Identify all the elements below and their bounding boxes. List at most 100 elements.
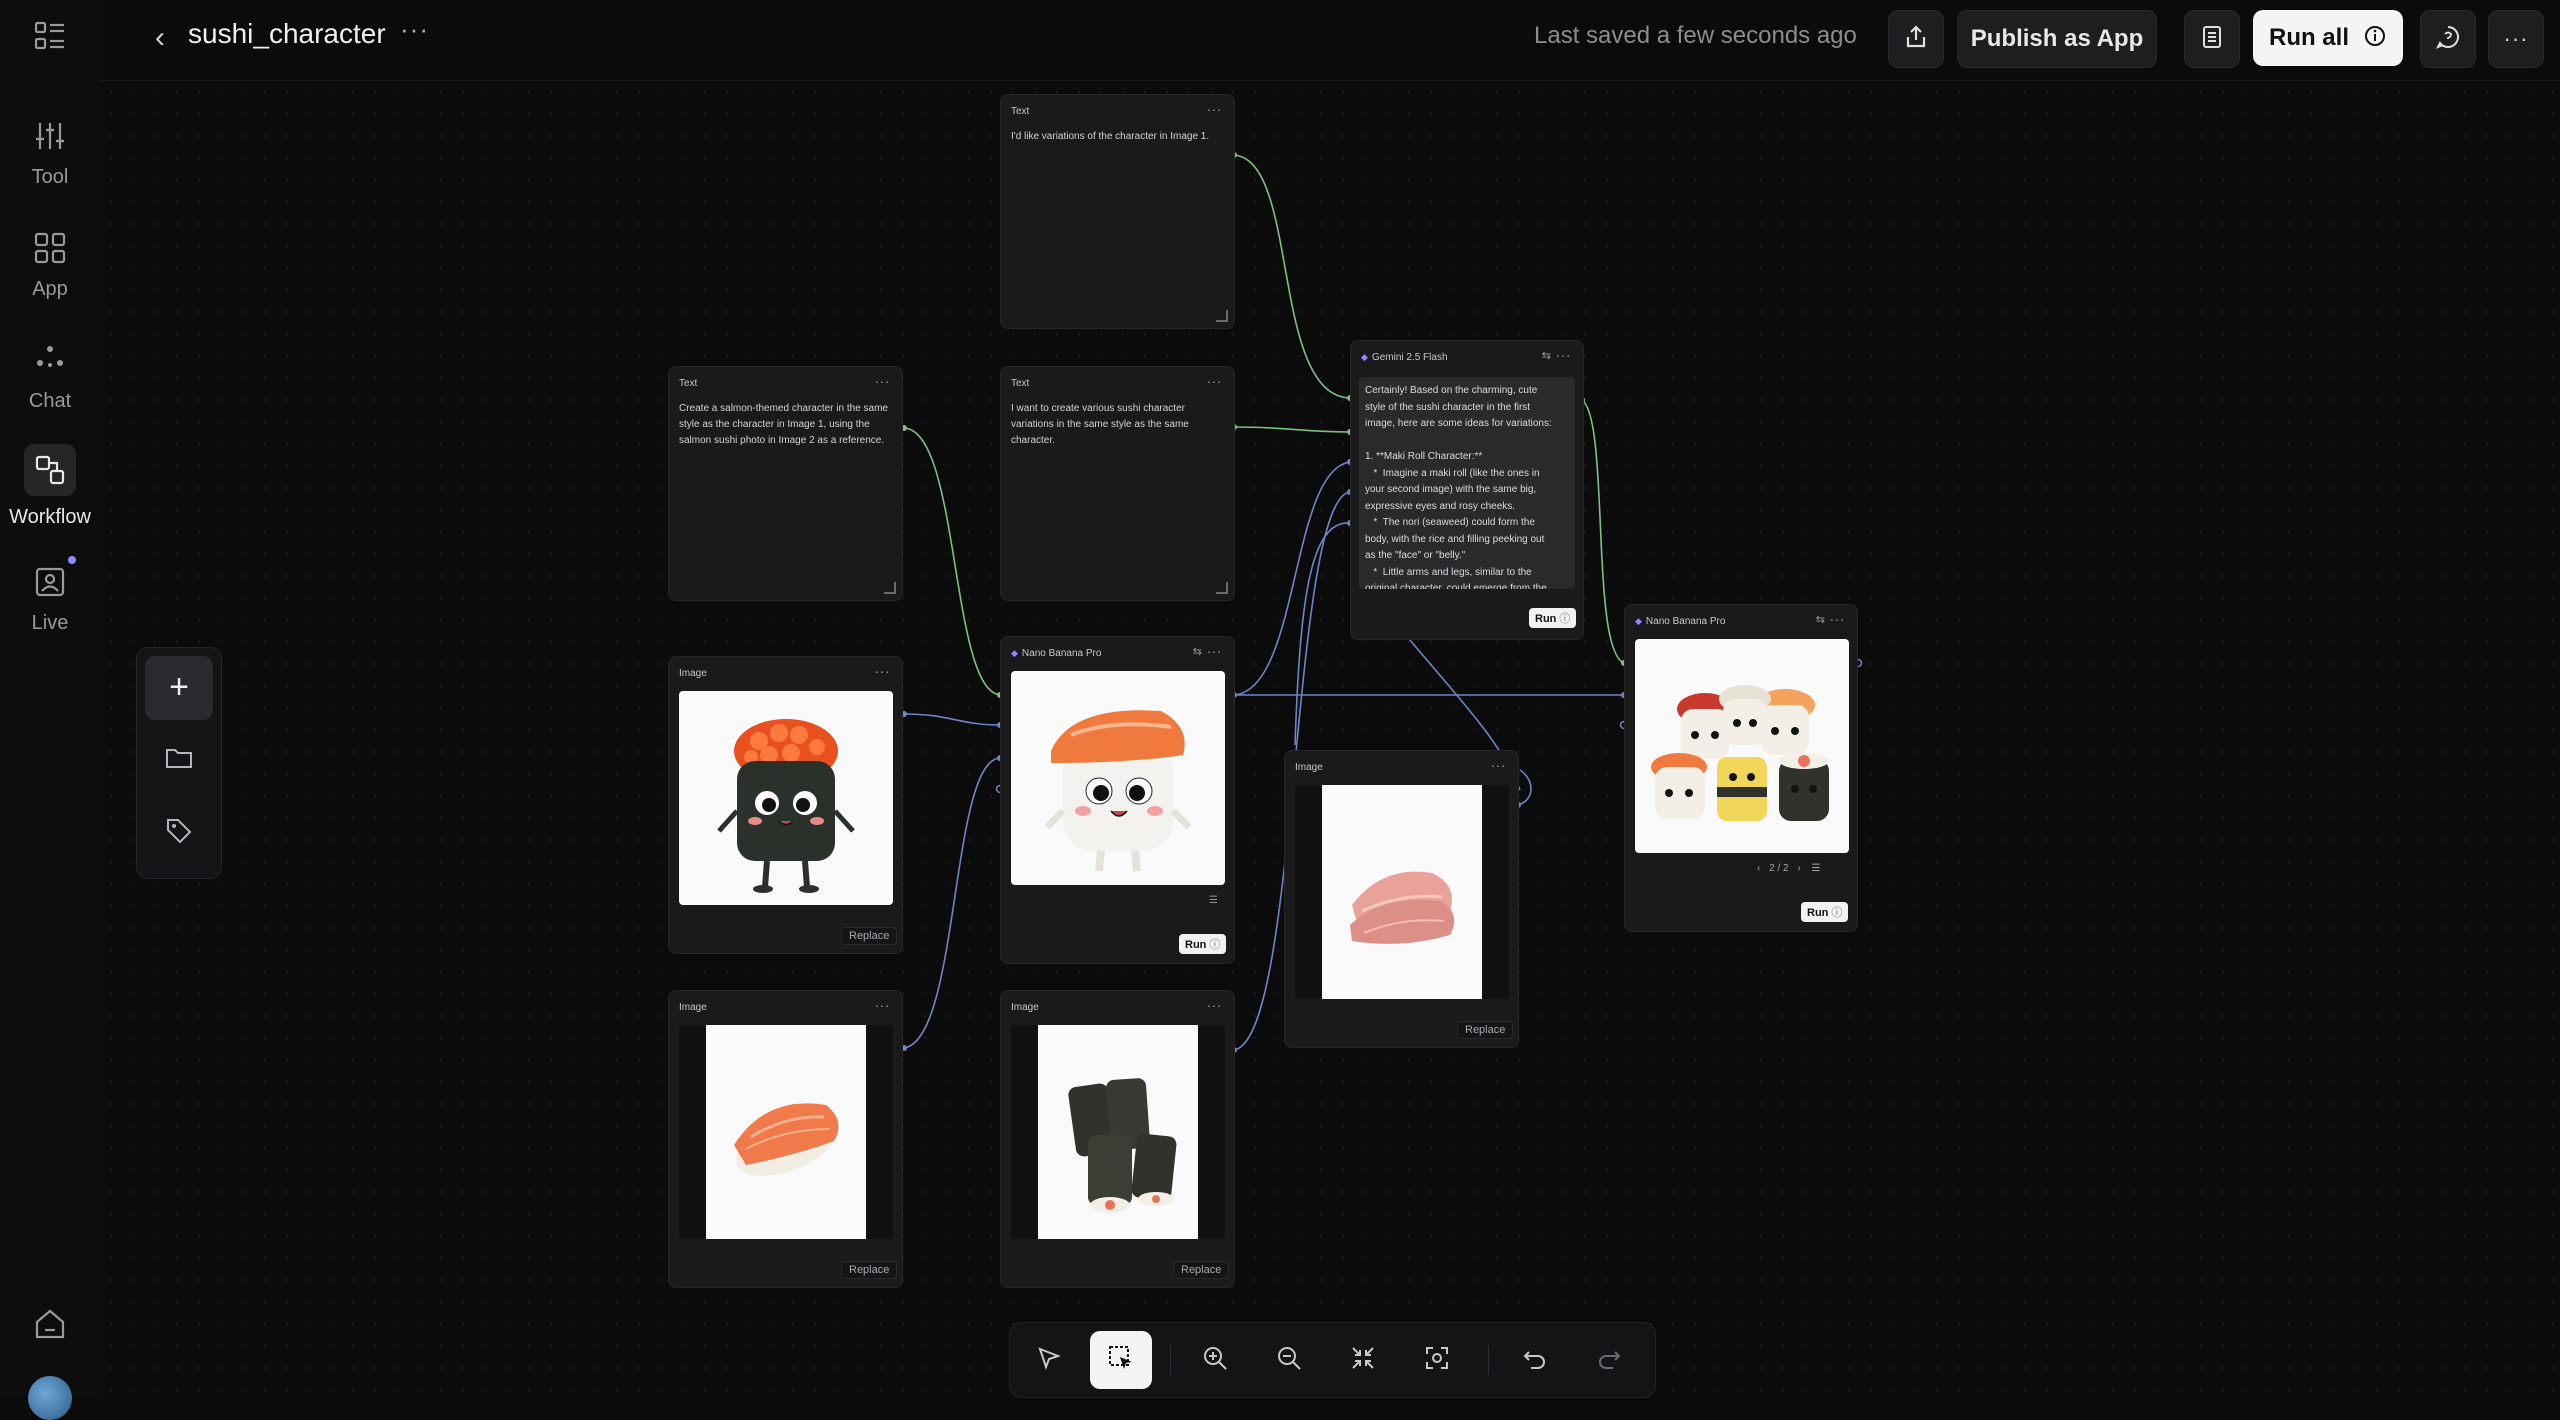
redo-button[interactable] (1578, 1331, 1640, 1389)
image-node-1[interactable]: Image ··· Replace (668, 656, 903, 954)
run-button[interactable]: Run ⓘ (1801, 902, 1849, 922)
gemini-node[interactable]: ◆ Gemini 2.5 Flash ⇆ ··· Certainly! Based… (1350, 340, 1584, 640)
salmon-nigiri-image (679, 1025, 893, 1239)
notification-dot (68, 556, 76, 564)
node-type-label: Image (1295, 762, 1323, 773)
node-type-label: Image (679, 668, 707, 679)
node-more-icon[interactable]: ··· (1207, 643, 1223, 659)
model-diamond-icon: ◆ (1011, 648, 1018, 658)
node-more-icon[interactable]: ··· (1207, 373, 1223, 389)
node-more-icon[interactable]: ··· (1556, 347, 1572, 363)
image-node-4[interactable]: Image ··· Replace (1284, 750, 1519, 1048)
run-label: Run (1185, 939, 1207, 951)
run-label: Run (1807, 907, 1829, 919)
folder-icon[interactable] (164, 744, 194, 772)
back-icon[interactable]: ‹ (140, 20, 180, 60)
resize-handle-icon[interactable] (1216, 582, 1228, 594)
pager[interactable]: ‹ 2 / 2 › ☰ (1757, 863, 1820, 874)
text-node-content[interactable]: Create a salmon-themed character in the … (679, 401, 892, 449)
gemini-output-line: * Imagine a maki roll (like the ones in (1365, 467, 1540, 479)
avatar[interactable] (28, 1376, 72, 1420)
replace-button[interactable]: Replace (841, 1261, 898, 1279)
text-node-content[interactable]: I want to create various sushi character… (1011, 401, 1224, 449)
menu-icon[interactable] (30, 18, 70, 54)
run-button[interactable]: Run ⓘ (1179, 934, 1227, 954)
text-node-1[interactable]: Text ··· I'd like variations of the chara… (1000, 94, 1235, 329)
swap-icon[interactable]: ⇆ (1542, 349, 1551, 362)
swap-icon[interactable]: ⇆ (1193, 645, 1202, 658)
fit-view-button[interactable] (1332, 1331, 1394, 1389)
gemini-output-line: body, with the rice and filling peeking … (1365, 533, 1545, 545)
tag-icon[interactable] (164, 816, 194, 846)
replace-button[interactable]: Replace (1173, 1261, 1230, 1279)
sidebar-item-tool[interactable]: Tool (0, 116, 100, 189)
node-more-icon[interactable]: ··· (1830, 611, 1846, 627)
sidebar-item-label: Chat (28, 390, 72, 412)
focus-button[interactable] (1406, 1331, 1468, 1389)
model-diamond-icon: ◆ (1361, 352, 1368, 362)
zoom-out-button[interactable] (1258, 1331, 1320, 1389)
run-all-button[interactable]: Run all (2253, 10, 2403, 66)
resize-handle-icon[interactable] (884, 582, 896, 594)
node-more-icon[interactable]: ··· (875, 373, 891, 389)
image-node-3[interactable]: Image ··· Replace (1000, 990, 1235, 1288)
node-type-label: Image (679, 1002, 707, 1013)
title-more-icon[interactable]: ··· (400, 14, 429, 45)
list-icon[interactable]: ☰ (1812, 863, 1821, 874)
list-icon[interactable]: ☰ (1209, 895, 1218, 906)
gemini-output-line: * The nori (seaweed) could form the (1365, 517, 1535, 528)
notes-button[interactable] (2184, 10, 2240, 68)
text-node-content[interactable]: I'd like variations of the character in … (1011, 129, 1224, 145)
grid-icon (30, 228, 70, 268)
text-node-2[interactable]: Text ··· Create a salmon-themed character… (668, 366, 903, 601)
zoom-in-icon (1201, 1344, 1229, 1377)
node-type-label: Text (679, 378, 698, 389)
feedback-button[interactable] (2420, 10, 2476, 68)
share-icon (1903, 24, 1929, 55)
cursor-arrow-icon (1036, 1345, 1062, 1376)
generated-salmon-character-image (1011, 671, 1225, 885)
chat-bubble-icon (2435, 24, 2461, 55)
node-more-icon[interactable]: ··· (875, 663, 891, 679)
nano-banana-node-1[interactable]: ◆ Nano Banana Pro ⇆ ··· ☰ Run ⓘ (1000, 636, 1235, 964)
pointer-tool-button[interactable] (1018, 1331, 1080, 1389)
sidebar-item-chat[interactable]: Chat (0, 340, 100, 413)
add-node-button[interactable]: + (145, 656, 213, 720)
share-button[interactable] (1888, 10, 1944, 68)
sidebar-item-app[interactable]: App (0, 228, 100, 301)
replace-button[interactable]: Replace (1457, 1021, 1514, 1039)
node-more-icon[interactable]: ··· (1491, 757, 1507, 773)
publish-as-app-button[interactable]: Publish as App (1957, 10, 2157, 68)
toolbar-divider (1170, 1345, 1171, 1375)
text-node-3[interactable]: Text ··· I want to create various sushi c… (1000, 366, 1235, 601)
canvas-toolbar (1009, 1322, 1656, 1398)
sidebar-item-label: Workflow (9, 506, 91, 528)
character-image (679, 691, 893, 905)
document-icon (2201, 25, 2223, 54)
gemini-output-line: expressive eyes and rosy cheeks. (1365, 500, 1516, 512)
home-icon[interactable] (32, 1306, 68, 1342)
more-options-button[interactable]: ··· (2488, 10, 2544, 68)
swap-icon[interactable]: ⇆ (1816, 613, 1825, 626)
node-more-icon[interactable]: ··· (875, 997, 891, 1013)
sidebar-item-workflow[interactable]: Workflow (0, 444, 100, 529)
undo-button[interactable] (1504, 1331, 1566, 1389)
sidebar-item-live[interactable]: Live (0, 562, 100, 635)
workflow-canvas[interactable] (100, 81, 2560, 1397)
prev-page-icon[interactable]: ‹ (1757, 863, 1760, 874)
node-more-icon[interactable]: ··· (1207, 997, 1223, 1013)
gemini-output-line: * Little arms and legs, similar to the (1365, 566, 1532, 578)
replace-button[interactable]: Replace (841, 927, 898, 945)
nano-banana-node-2[interactable]: ◆ Nano Banana Pro ⇆ ··· ‹ 2 / 2 › ☰ Run ⓘ (1624, 604, 1858, 932)
next-page-icon[interactable]: › (1797, 863, 1800, 874)
image-node-2[interactable]: Image ··· Replace (668, 990, 903, 1288)
info-icon: ⓘ (1559, 613, 1571, 625)
zoom-in-button[interactable] (1184, 1331, 1246, 1389)
selection-tool-button[interactable] (1090, 1331, 1152, 1389)
run-button[interactable]: Run ⓘ (1529, 608, 1577, 628)
saved-status: Last saved a few seconds ago (1534, 22, 1857, 49)
node-type-label: Text (1011, 106, 1030, 117)
resize-handle-icon[interactable] (1216, 310, 1228, 322)
node-more-icon[interactable]: ··· (1207, 101, 1223, 117)
salmon-slice-image (1295, 785, 1509, 999)
